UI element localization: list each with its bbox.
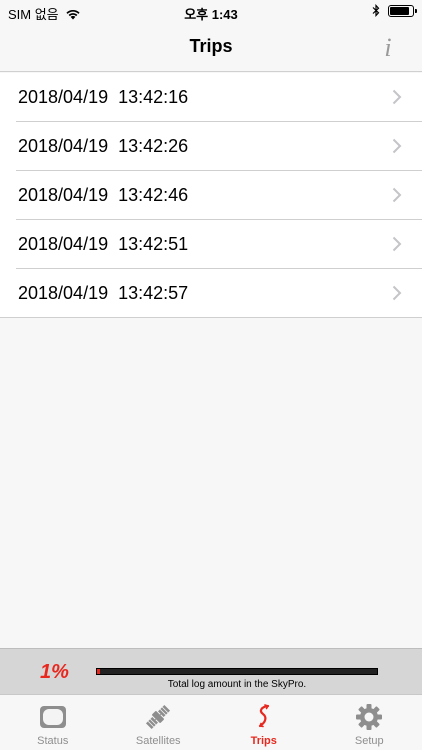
log-percent: 1% (40, 661, 69, 683)
status-bar: SIM 없음 오후 1:43 (0, 0, 422, 24)
battery-icon (388, 4, 417, 17)
trip-list: 2018/04/19 13:42:16 2018/04/19 13:42:26 … (0, 73, 422, 318)
log-amount-panel: 1% Total log amount in the SkyPro. (0, 648, 422, 694)
trip-row[interactable]: 2018/04/19 13:42:57 (0, 269, 422, 318)
trip-row[interactable]: 2018/04/19 13:42:16 (0, 73, 422, 122)
status-icon (39, 706, 66, 728)
chevron-right-icon (392, 236, 402, 252)
log-progress-bar (96, 668, 378, 675)
tab-label: Satellites (135, 735, 181, 747)
chevron-right-icon (392, 285, 402, 301)
log-progress-fill (97, 669, 100, 674)
bluetooth-icon (372, 4, 380, 17)
trip-label: 2018/04/19 13:42:57 (18, 283, 189, 303)
trip-label: 2018/04/19 13:42:16 (18, 87, 189, 107)
trips-icon (258, 704, 269, 728)
tab-label: Trips (250, 735, 277, 747)
tab-label: Status (37, 735, 69, 747)
trip-label: 2018/04/19 13:42:51 (18, 234, 189, 254)
chevron-right-icon (392, 187, 402, 203)
gear-icon (356, 704, 383, 730)
tab-trips[interactable]: Trips (211, 695, 317, 750)
tab-label: Setup (354, 735, 384, 747)
trip-row[interactable]: 2018/04/19 13:42:26 (0, 122, 422, 171)
tab-satellites[interactable]: Satellites (106, 695, 212, 750)
log-caption: Total log amount in the SkyPro. (167, 679, 307, 690)
page-title: Trips (189, 36, 233, 56)
trip-label: 2018/04/19 13:42:46 (18, 185, 189, 205)
chevron-right-icon (392, 138, 402, 154)
satellite-icon (146, 704, 171, 730)
tab-status[interactable]: Status (0, 695, 106, 750)
trip-label: 2018/04/19 13:42:26 (18, 136, 189, 156)
tab-bar: Status Satellites Trips Setup (0, 694, 422, 750)
chevron-right-icon (392, 89, 402, 105)
trip-row[interactable]: 2018/04/19 13:42:51 (0, 220, 422, 269)
status-right (372, 4, 417, 17)
status-time: 오후 1:43 (184, 7, 238, 22)
tab-setup[interactable]: Setup (317, 695, 422, 750)
trip-row[interactable]: 2018/04/19 13:42:46 (0, 171, 422, 220)
info-button[interactable]: i (378, 34, 398, 62)
navigation-bar: Trips i (0, 24, 422, 72)
